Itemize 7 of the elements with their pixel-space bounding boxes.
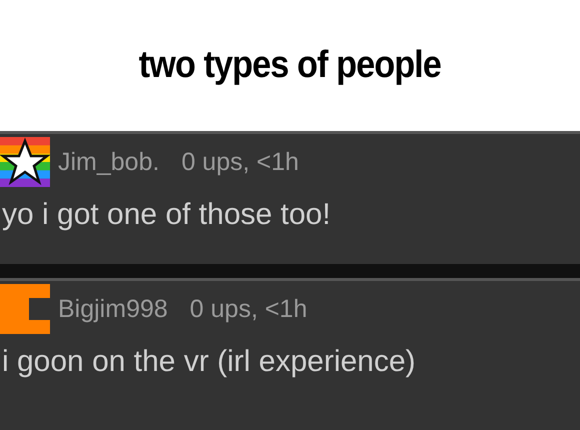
username[interactable]: Bigjim998 [58, 294, 168, 324]
comment-meta: 0 ups, <1h [190, 294, 308, 324]
meme-caption: two types of people [138, 44, 442, 87]
username[interactable]: Jim_bob. [58, 148, 160, 176]
comment-text: i goon on the vr (irl experience) [1, 344, 417, 379]
comment-text: yo i got one of those too! [1, 197, 332, 232]
comment-meta: 0 ups, <1h [181, 148, 299, 176]
